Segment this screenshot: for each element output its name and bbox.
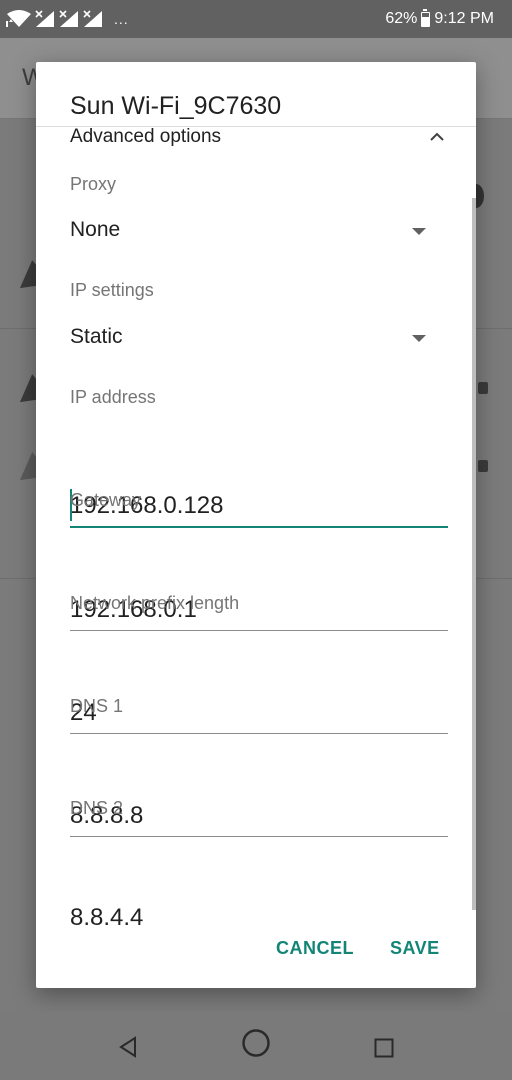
gateway-label: Gateway bbox=[70, 490, 142, 510]
proxy-dropdown[interactable]: None bbox=[70, 214, 448, 250]
wifi-config-dialog: Sun Wi-Fi_9C7630 Advanced options Proxy … bbox=[36, 62, 476, 988]
dialog-content: Advanced options Proxy None IP settings … bbox=[36, 126, 476, 926]
battery-icon bbox=[421, 8, 431, 27]
signal-icon bbox=[83, 10, 102, 27]
wifi-icon bbox=[6, 10, 31, 27]
dns2-label: DNS 2 bbox=[70, 798, 124, 818]
proxy-value: None bbox=[70, 218, 121, 241]
ip-settings-value: Static bbox=[70, 325, 123, 348]
prefix-length-input[interactable] bbox=[70, 693, 448, 734]
background-lock-icon bbox=[478, 460, 488, 472]
dns1-input[interactable] bbox=[70, 796, 448, 837]
battery-percent: 62% bbox=[385, 10, 418, 27]
cancel-button[interactable]: CANCEL bbox=[276, 938, 354, 959]
ip-settings-dropdown[interactable]: Static bbox=[70, 321, 448, 357]
background-lock-icon bbox=[478, 382, 488, 394]
scrollbar[interactable] bbox=[472, 198, 476, 910]
dns1-label: DNS 1 bbox=[70, 696, 124, 716]
ip-address-label: IP address bbox=[70, 387, 156, 407]
status-bar: ... 62% 9:12 PM bbox=[0, 0, 512, 38]
ip-settings-label: IP settings bbox=[70, 280, 154, 300]
navigation-bar bbox=[0, 1012, 512, 1080]
back-icon[interactable] bbox=[118, 1036, 138, 1058]
dns2-input[interactable] bbox=[70, 898, 448, 926]
advanced-options-toggle[interactable]: Advanced options bbox=[70, 126, 448, 156]
dropdown-arrow-icon bbox=[412, 228, 426, 235]
proxy-label: Proxy bbox=[70, 174, 117, 194]
signal-icon bbox=[59, 10, 78, 27]
status-icons: ... bbox=[6, 8, 129, 30]
recents-icon[interactable] bbox=[374, 1038, 394, 1058]
dialog-title: Sun Wi-Fi_9C7630 bbox=[70, 92, 282, 120]
prefix-length-label: Network prefix length bbox=[70, 593, 240, 613]
chevron-up-icon bbox=[430, 132, 444, 141]
save-button[interactable]: SAVE bbox=[390, 938, 440, 959]
clock: 9:12 PM bbox=[434, 10, 494, 27]
advanced-options-label: Advanced options bbox=[70, 126, 222, 147]
status-right: 62% 9:12 PM bbox=[385, 8, 494, 29]
home-icon[interactable] bbox=[241, 1028, 271, 1058]
dropdown-arrow-icon bbox=[412, 335, 426, 342]
signal-icon bbox=[35, 10, 54, 27]
more-notifications-icon: ... bbox=[114, 11, 129, 27]
